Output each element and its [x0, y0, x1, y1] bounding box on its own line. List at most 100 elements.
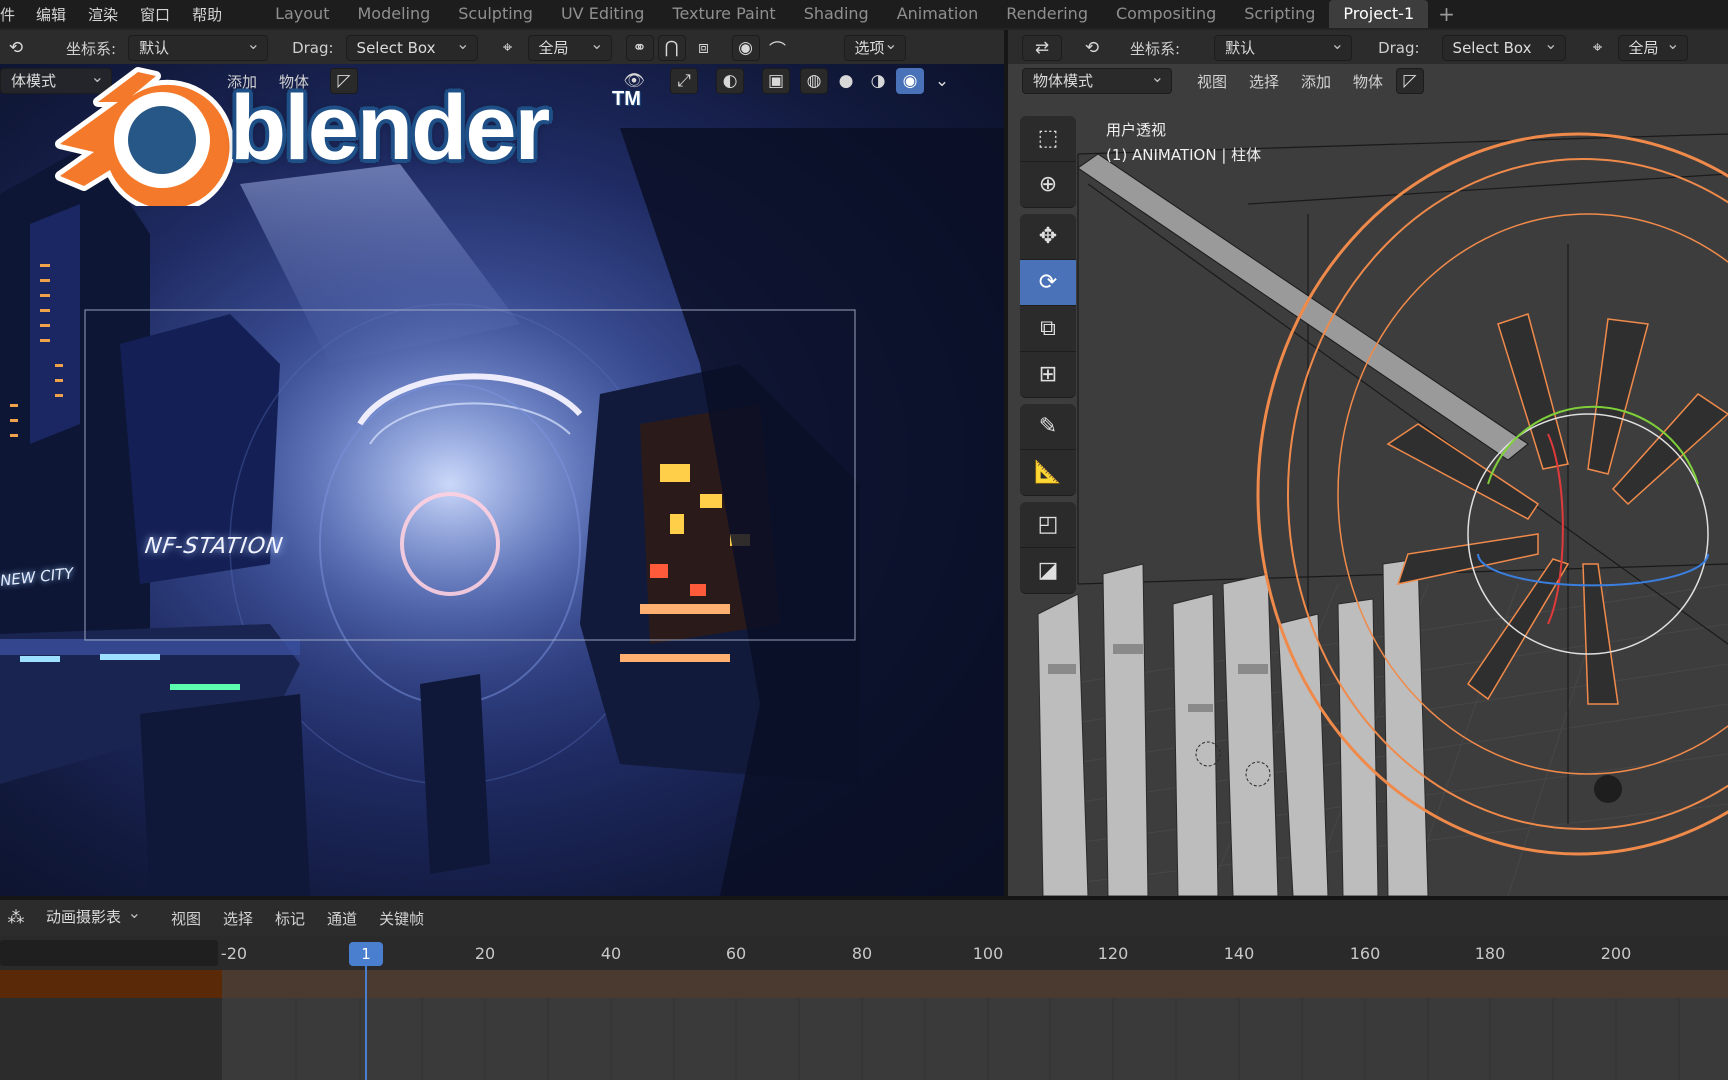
- tab-scripting[interactable]: Scripting: [1230, 0, 1329, 28]
- menu-select[interactable]: 选择: [212, 908, 264, 929]
- menu-object[interactable]: 物体: [1342, 71, 1394, 92]
- tick-label: 40: [600, 944, 622, 963]
- mode-dropdown[interactable]: 物体模式: [1022, 65, 1172, 94]
- transform-orientation-icon[interactable]: ⟲: [1078, 35, 1106, 61]
- falloff-curve-icon[interactable]: ⌒: [764, 35, 792, 61]
- tool-scale[interactable]: ⧉: [1020, 306, 1076, 352]
- tick-label: 80: [851, 944, 873, 963]
- tool-move[interactable]: ✥: [1020, 214, 1076, 260]
- menu-select[interactable]: 选择: [1238, 71, 1290, 92]
- shading-wireframe-icon[interactable]: ◍: [800, 68, 829, 94]
- tool-transform[interactable]: ⊞: [1020, 352, 1076, 398]
- scale-icon: ⧉: [1040, 316, 1056, 341]
- menu-render[interactable]: 渲染: [77, 4, 129, 25]
- xray-icon[interactable]: ▣: [762, 68, 791, 94]
- trademark-mark: TM: [612, 88, 641, 110]
- tab-modeling[interactable]: Modeling: [343, 0, 444, 28]
- nf-station-sign: NF-STATION: [143, 534, 286, 559]
- wireframe-viewport[interactable]: 用户透视 (1) ANIMATION | 柱体 ⬚ ⊕ ✥ ⟳ ⧉ ⊞ ✎ 📐 …: [1008, 64, 1728, 896]
- tab-shading[interactable]: Shading: [790, 0, 883, 28]
- move-arrows-icon: ✥: [1038, 224, 1058, 249]
- menu-add[interactable]: 添加: [1290, 71, 1342, 92]
- playhead-line[interactable]: [365, 966, 367, 1080]
- summary-channel[interactable]: [0, 970, 222, 998]
- tab-uv-editing[interactable]: UV Editing: [547, 0, 658, 28]
- pivot-dropdown[interactable]: 全局: [1617, 32, 1688, 61]
- options-dropdown[interactable]: 选项: [843, 32, 906, 61]
- snap-increment-icon[interactable]: ⧈: [690, 35, 718, 61]
- menu-channel[interactable]: 通道: [316, 908, 368, 929]
- shading-rendered-icon[interactable]: ◉: [896, 68, 925, 94]
- crosshair-cursor-icon: ⊕: [1038, 172, 1058, 197]
- tab-texture-paint[interactable]: Texture Paint: [658, 0, 789, 28]
- wireframe-scene: [1037, 132, 1728, 896]
- proportional-edit-icon[interactable]: ◉: [731, 35, 760, 61]
- menu-file[interactable]: 件: [0, 4, 25, 25]
- main-menu: 件 编辑 渲染 窗口 帮助: [0, 0, 233, 28]
- shading-material-icon[interactable]: ◑: [864, 68, 892, 94]
- gizmo-icon[interactable]: ⤢: [670, 68, 699, 94]
- menu-window[interactable]: 窗口: [129, 4, 181, 25]
- tab-animation[interactable]: Animation: [883, 0, 993, 28]
- channel-search-field[interactable]: [0, 940, 218, 966]
- tick-label: 100: [972, 944, 1004, 963]
- add-cube-icon: ◰: [1037, 512, 1059, 537]
- drag-dropdown[interactable]: Select Box: [1441, 32, 1566, 61]
- menu-help[interactable]: 帮助: [181, 4, 233, 25]
- tool-select-box[interactable]: ⬚: [1020, 116, 1076, 162]
- transform-orientation-icon[interactable]: ⟲: [2, 35, 30, 61]
- tool-annotate[interactable]: ✎: [1020, 404, 1076, 450]
- add-workspace-button[interactable]: +: [1428, 2, 1465, 26]
- selectability-icon[interactable]: ◸: [1396, 68, 1425, 94]
- tab-layout[interactable]: Layout: [261, 0, 343, 28]
- select-mode-icon[interactable]: ⇄: [1022, 35, 1062, 61]
- tool-add-plane[interactable]: ◪: [1020, 548, 1076, 594]
- channel-list[interactable]: [0, 998, 222, 1080]
- editor-type-dropdown[interactable]: 动画摄影表: [36, 901, 148, 931]
- tick-label: 60: [725, 944, 747, 963]
- tick-label: -20: [220, 944, 248, 963]
- current-frame-badge[interactable]: 1: [349, 942, 383, 966]
- coord-label: 坐标系:: [1130, 39, 1181, 58]
- ruler-icon: 📐: [1034, 460, 1062, 485]
- workspace-tabs: Layout Modeling Sculpting UV Editing Tex…: [261, 0, 1465, 28]
- menu-edit[interactable]: 编辑: [25, 4, 77, 25]
- menu-marker[interactable]: 标记: [264, 908, 316, 929]
- tool-rotate[interactable]: ⟳: [1020, 260, 1076, 306]
- pencil-icon: ✎: [1038, 414, 1058, 439]
- blender-logo-wordmark: blender: [230, 77, 550, 179]
- right-viewport-subheader: 物体模式 视图 选择 添加 物体 ◸: [1008, 64, 1728, 98]
- drag-label: Drag:: [1378, 39, 1420, 57]
- tab-project-1[interactable]: Project-1: [1329, 0, 1429, 28]
- top-bar: 件 编辑 渲染 窗口 帮助 Layout Modeling Sculpting …: [0, 0, 1728, 28]
- tool-add-cube[interactable]: ◰: [1020, 502, 1076, 548]
- tool-cursor[interactable]: ⊕: [1020, 162, 1076, 208]
- menu-keyframe[interactable]: 关键帧: [368, 908, 435, 929]
- blender-logo: blender TM: [40, 36, 660, 206]
- snap-magnet-icon[interactable]: ⋂: [657, 35, 686, 61]
- tab-compositing[interactable]: Compositing: [1102, 0, 1230, 28]
- shading-options-chevron-icon[interactable]: ⌄: [928, 68, 956, 94]
- tool-measure[interactable]: 📐: [1020, 450, 1076, 496]
- shading-solid-icon[interactable]: ●: [832, 68, 860, 94]
- blender-logo-mark: [55, 67, 235, 206]
- overlay-icon[interactable]: ◐: [716, 68, 745, 94]
- view-object-info: (1) ANIMATION | 柱体: [1106, 146, 1262, 164]
- tab-rendering[interactable]: Rendering: [992, 0, 1102, 28]
- menu-view[interactable]: 视图: [1186, 71, 1238, 92]
- dopesheet-header: ⁂ 动画摄影表 视图 选择 标记 通道 关键帧: [0, 900, 1728, 936]
- tool-shelf: ⬚ ⊕ ✥ ⟳ ⧉ ⊞ ✎ 📐 ◰ ◪: [1020, 116, 1076, 594]
- tick-label: 20: [474, 944, 496, 963]
- coord-dropdown[interactable]: 默认: [1214, 32, 1353, 61]
- pivot-icon[interactable]: ⌖: [1584, 35, 1612, 61]
- tick-label: 120: [1097, 944, 1129, 963]
- tick-label: 200: [1600, 944, 1632, 963]
- cursor-select-icon: ⬚: [1037, 126, 1059, 151]
- tick-label: 140: [1223, 944, 1255, 963]
- view-name: 用户透视: [1106, 121, 1167, 139]
- menu-view[interactable]: 视图: [160, 908, 212, 929]
- transform-icon: ⊞: [1038, 362, 1058, 387]
- tick-label: 180: [1474, 944, 1506, 963]
- frame-ruler[interactable]: -20 20 40 60 80 100 120 140 160 180 200: [0, 936, 1728, 970]
- tab-sculpting[interactable]: Sculpting: [444, 0, 547, 28]
